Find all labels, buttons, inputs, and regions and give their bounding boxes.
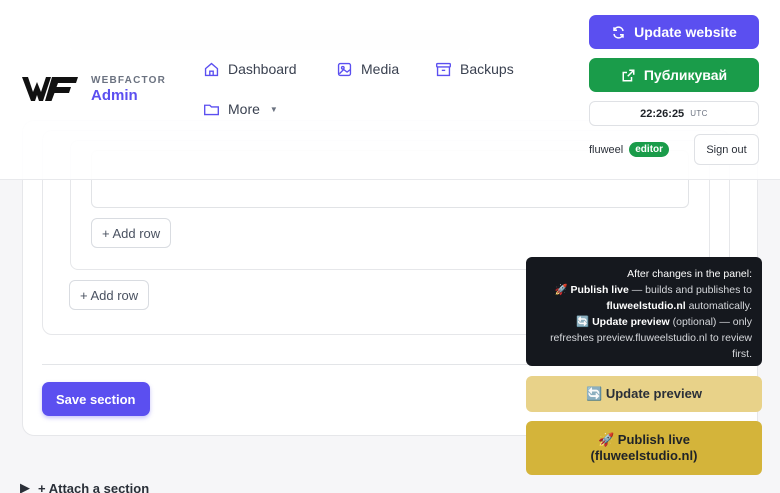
brand-name: WEBFACTOR [91, 74, 167, 86]
nav-backups[interactable]: Backups [435, 58, 514, 80]
add-row-inner-button[interactable]: + Add row [91, 218, 172, 248]
update-website-button[interactable]: Update website [589, 15, 759, 49]
sign-out-button[interactable]: Sign out [694, 134, 759, 165]
tooltip-intro: After changes in the panel: [627, 268, 752, 280]
current-user: fluweel editor [589, 142, 670, 157]
tooltip-publish-tail: automatically. [688, 300, 752, 312]
clock-time: 22:26:25 [640, 107, 685, 120]
tooltip-preview-label: Update preview [592, 316, 670, 328]
caret-down-icon: ▼ [269, 104, 278, 114]
nav-dashboard-label: Dashboard [228, 61, 297, 77]
server-clock: 22:26:25 UTC [589, 101, 759, 126]
refresh-emoji-icon: 🔄 [576, 316, 590, 328]
save-section-button[interactable]: Save section [42, 382, 150, 416]
nav-more-dropdown[interactable]: More ▼ [203, 98, 278, 120]
rocket-icon: 🚀 [554, 284, 568, 296]
username: fluweel [589, 143, 624, 156]
image-icon [337, 62, 352, 76]
attach-section-toggle[interactable]: ▶ + Attach a section [20, 480, 149, 493]
publish-help-tooltip: After changes in the panel: 🚀 Publish li… [526, 257, 762, 366]
nav-media[interactable]: Media [336, 58, 399, 80]
refresh-icon [613, 25, 624, 39]
brand-subtitle: Admin [91, 86, 138, 104]
publish-label: Публикувай [643, 67, 728, 83]
top-header: WEBFACTOR Admin Dashboard Media Backups … [0, 0, 780, 180]
update-website-label: Update website [634, 24, 737, 40]
tooltip-preview-info: 🔄 Update preview (optional) — only refre… [536, 314, 752, 362]
tooltip-publish-label: Publish live [570, 284, 629, 296]
nav-more-label: More [228, 101, 260, 117]
divider [42, 364, 542, 365]
brand[interactable]: WEBFACTOR Admin [21, 74, 166, 104]
tooltip-publish-info: 🚀 Publish live — builds and publishes to [536, 282, 752, 298]
tooltip-publish-domain: fluweelstudio.nl [606, 300, 686, 312]
attach-section-label: + Attach a section [38, 480, 150, 493]
nav-backups-label: Backups [460, 61, 514, 77]
role-badge: editor [629, 142, 670, 157]
tooltip-publish-domain-line: fluweelstudio.nl automatically. [536, 298, 752, 314]
publish-live-label: 🚀 Publish live [597, 432, 691, 447]
expand-arrow-icon: ▶ [20, 480, 30, 493]
home-icon [204, 62, 219, 76]
publish-live-button[interactable]: 🚀 Publish live (fluweelstudio.nl) [526, 421, 762, 475]
archive-icon [436, 62, 451, 76]
add-row-outer-button[interactable]: + Add row [69, 280, 150, 310]
publish-button[interactable]: Публикувай [589, 58, 759, 92]
clock-timezone: UTC [690, 109, 708, 118]
external-link-icon [622, 69, 635, 81]
tooltip-publish-desc: — builds and publishes to [631, 284, 752, 296]
nav-dashboard[interactable]: Dashboard [203, 58, 297, 80]
nav-media-label: Media [361, 61, 400, 77]
publish-live-domain: (fluweelstudio.nl) [590, 448, 698, 463]
update-preview-button[interactable]: 🔄 Update preview [526, 376, 762, 412]
webfactor-logo-icon [22, 77, 78, 101]
folder-icon [204, 104, 219, 115]
